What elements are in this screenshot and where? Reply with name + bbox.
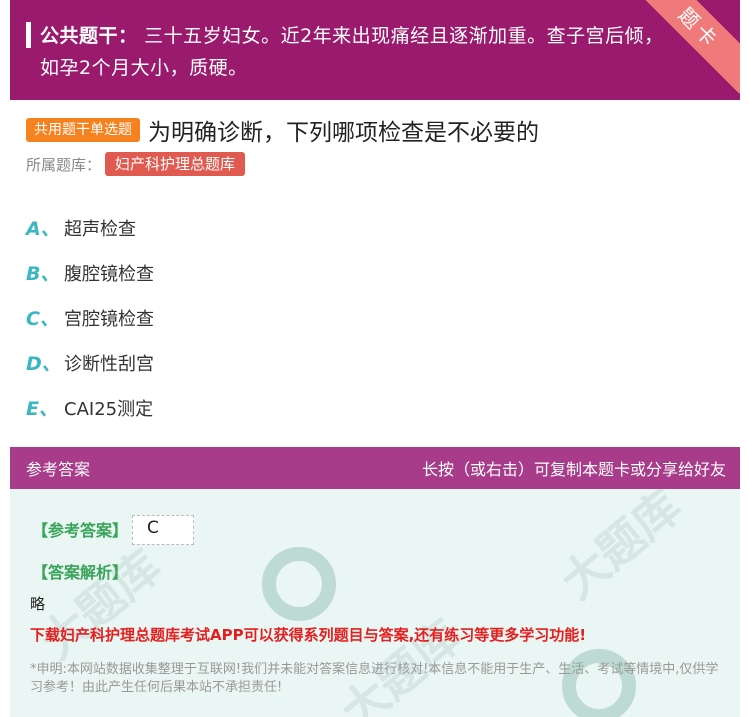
answer-header-title: 参考答案: [26, 460, 91, 479]
watermark: 大题库: [30, 539, 172, 670]
option-letter: B、: [26, 263, 60, 285]
reference-answer-label: 【参考答案】: [32, 521, 129, 540]
category-label: 所属题库：: [26, 155, 102, 174]
option-d[interactable]: D、 诊断性刮宫: [26, 340, 154, 385]
option-c[interactable]: C、 宫腔镜检查: [26, 295, 154, 340]
watermark: 大题库: [550, 489, 692, 610]
category-row: 所属题库： 妇产科护理总题库: [26, 152, 246, 176]
stem-text: 公共题干： 三十五岁妇女。近2年来出现痛经且逐渐加重。查子宫后倾，如孕2个月大小…: [40, 20, 680, 84]
category-tag[interactable]: 妇产科护理总题库: [105, 152, 246, 176]
reference-answer-value: C: [132, 515, 194, 545]
option-text: CAI25测定: [64, 398, 154, 420]
watermark: 大题库: [330, 609, 472, 717]
option-text: 宫腔镜检查: [64, 308, 154, 330]
option-text: 诊断性刮宫: [64, 353, 154, 375]
answer-header: 参考答案 长按（或右击）可复制本题卡或分享给好友: [10, 447, 740, 489]
question-type-badge: 共用题干单选题: [26, 118, 140, 142]
option-text: 超声检查: [64, 218, 136, 240]
explanation-label: 【答案解析】: [32, 563, 129, 582]
stem-accent-bar: [26, 22, 31, 48]
option-a[interactable]: A、 超声检查: [26, 205, 154, 250]
question-header: 共用题干单选题 为明确诊断，下列哪项检查是不必要的: [26, 113, 539, 147]
share-hint: 长按（或右击）可复制本题卡或分享给好友: [421, 460, 726, 479]
disclaimer: *申明:本网站数据收集整理于互联网!我们并未能对答案信息进行核对!本信息不能用于…: [30, 662, 719, 695]
option-letter: E、: [26, 398, 58, 420]
option-text: 腹腔镜检查: [64, 263, 154, 285]
option-letter: D、: [26, 353, 61, 375]
question-title: 为明确诊断，下列哪项检查是不必要的: [148, 120, 539, 146]
app-download-promo[interactable]: 下载妇产科护理总题库考试APP可以获得系列题目与答案,还有练习等更多学习功能!: [30, 624, 586, 645]
stem-label: 公共题干：: [40, 25, 138, 47]
answer-panel: 大题库 大题库 大题库 【参考答案】 C 【答案解析】 略 下载妇产科护理总题库…: [10, 489, 740, 717]
option-letter: C、: [26, 308, 59, 330]
option-letter: A、: [26, 218, 60, 240]
option-b[interactable]: B、 腹腔镜检查: [26, 250, 154, 295]
explanation-text: 略: [30, 595, 46, 613]
option-e[interactable]: E、 CAI25测定: [26, 385, 154, 430]
question-stem-banner: 公共题干： 三十五岁妇女。近2年来出现痛经且逐渐加重。查子宫后倾，如孕2个月大小…: [10, 0, 740, 100]
options-list: A、 超声检查 B、 腹腔镜检查 C、 宫腔镜检查 D、 诊断性刮宫 E、 CA…: [26, 205, 154, 430]
watermark-logo: [262, 547, 336, 621]
